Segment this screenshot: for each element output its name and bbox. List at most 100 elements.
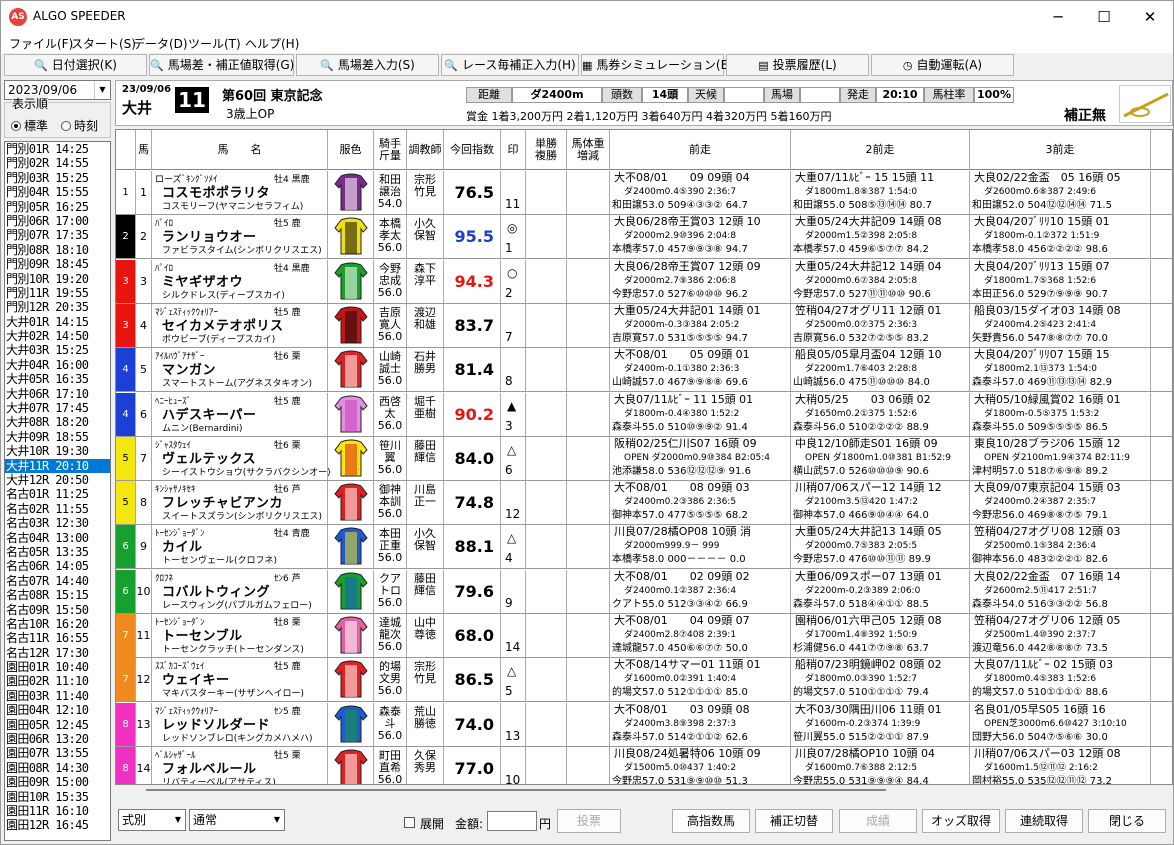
track-bias-input-button[interactable]: 🔍 馬場差入力(S) [296,54,439,76]
mark-cell[interactable]: 7 [501,303,526,347]
horse-info[interactable]: ﾍﾞﾙｼｬｻﾞｰﾙ 牡5 栗 フォルベルール リバティーベル(アサティス) [152,746,328,784]
race-list-item[interactable]: 名古01R 11:25 [5,487,110,501]
race-list-item[interactable]: 名古02R 11:55 [5,502,110,516]
race-list-item[interactable]: 園田04R 12:10 [5,703,110,717]
radio-standard[interactable]: 標準 [11,117,48,134]
radio-time[interactable]: 時刻 [61,117,98,134]
mark-cell[interactable]: 13 [501,702,526,746]
race-list-item[interactable]: 園田09R 15:00 [5,775,110,789]
mark-cell[interactable]: 10 [501,746,526,784]
mark-cell[interactable]: ○ 2 [501,259,526,303]
horse-info[interactable]: ﾏｼﾞｪｽﾃｨｯｸｳｫﾘｱｰ ｾﾝ5 鹿 レッドソルダード レッドソンブレロ(キ… [152,702,328,746]
vote-history-button[interactable]: ▤ 投票履歴(L) [726,54,869,76]
race-list-item[interactable]: 園田10R 15:35 [5,790,110,804]
mode-select[interactable]: 通常 ▼ [189,809,285,831]
horizontal-scrollbar[interactable] [116,785,1173,795]
table-row[interactable]: 6 9 ﾄｰｾﾝｼﾞｮｰﾀﾞﾝ 牡4 青鹿 カイル トーセンヴェール(クロフネ)… [116,525,1172,570]
menu-file[interactable]: ファイル(F) [9,35,73,52]
table-row[interactable]: 3 3 ﾊﾟｲﾛ 牡4 黒鹿 ミヤギザオウ シルクドレス(ディープスカイ) 今野… [116,259,1172,304]
race-list-item[interactable]: 名古11R 16:55 [5,631,110,645]
race-list-item[interactable]: 大井09R 18:55 [5,430,110,444]
horse-info[interactable]: ﾏｼﾞｪｽﾃｨｯｸｳｫﾘｱｰ 牡5 鹿 セイカメテオポリス ボウビーブ(ディープ… [152,303,328,347]
mark-cell[interactable]: △ 6 [501,436,526,480]
race-list-item[interactable]: 門別06R 17:00 [5,214,110,228]
race-list-item[interactable]: 園田12R 16:45 [5,818,110,832]
mark-cell[interactable]: 14 [501,614,526,657]
table-row[interactable]: 3 4 ﾏｼﾞｪｽﾃｨｯｸｳｫﾘｱｰ 牡5 鹿 セイカメテオポリス ボウビーブ(… [116,303,1172,348]
scroll-thumb[interactable] [146,789,886,791]
table-row[interactable]: 4 6 ﾍﾆｰﾋｭｰｽﾞ 牡5 鹿 ハデスキーパー ムニン(Bernardini… [116,392,1172,437]
race-list-item[interactable]: 園田08R 14:30 [5,761,110,775]
horse-info[interactable]: ｷﾝｼｬｻﾉｷｾｷ 牡6 芦 フレッチャビアンカ スイートスズラン(シンボリクリ… [152,481,328,525]
menu-start[interactable]: スタート(S) [71,35,136,52]
horse-info[interactable]: ﾊﾟｲﾛ 牡4 黒鹿 ミヤギザオウ シルクドレス(ディープスカイ) [152,259,328,303]
race-list-item[interactable]: 大井07R 17:45 [5,401,110,415]
menu-data[interactable]: データ(D) [133,35,188,52]
race-list-item[interactable]: 大井03R 15:25 [5,343,110,357]
horse-info[interactable]: ﾍﾆｰﾋｭｰｽﾞ 牡5 鹿 ハデスキーパー ムニン(Bernardini) [152,392,328,436]
race-list-item[interactable]: 園田01R 10:40 [5,660,110,674]
horse-info[interactable]: ﾄｰｾﾝｼﾞｮｰﾀﾞﾝ 牡8 栗 トーセンブル トーセンクラッチ(トーセンダンス… [152,614,328,657]
race-list-item[interactable]: 名古08R 15:15 [5,588,110,602]
horse-info[interactable]: ﾄｰｾﾝｼﾞｮｰﾀﾞﾝ 牡4 青鹿 カイル トーセンヴェール(クロフネ) [152,525,328,569]
race-list-item[interactable]: 園田03R 11:40 [5,689,110,703]
race-list-item[interactable]: 門別03R 15:25 [5,171,110,185]
mark-cell[interactable]: 9 [501,569,526,613]
race-list-item[interactable]: 門別12R 20:35 [5,300,110,314]
race-list-item[interactable]: 門別11R 19:55 [5,286,110,300]
table-row[interactable]: 5 7 ｼﾞｬｽﾀｳｪｲ 牡6 栗 ヴェルテックス シーイストウショウ(サクラバ… [116,436,1172,481]
race-list-item[interactable]: 門別01R 14:25 [5,142,110,156]
race-list-item[interactable]: 名古12R 17:30 [5,646,110,660]
minimize-button[interactable]: ─ [1035,1,1081,33]
race-list-item[interactable]: 名古03R 12:30 [5,516,110,530]
continuous-get-button[interactable]: 連続取得 [1005,809,1083,833]
race-list-item[interactable]: 門別02R 14:55 [5,156,110,170]
horse-info[interactable]: ｽｽﾞｶｺｰｽﾞｳｪｲ 牡5 鹿 ウェイキー マキバスターキー(サザンヘイロー) [152,658,328,702]
race-list-item[interactable]: 園田06R 13:20 [5,732,110,746]
high-index-button[interactable]: 高指数馬 [672,809,750,833]
close-button[interactable]: 閉じる [1088,809,1166,833]
race-list-item[interactable]: 大井06R 17:10 [5,387,110,401]
mark-cell[interactable]: ◎ 1 [501,215,526,259]
race-list-item[interactable]: 園田11R 16:10 [5,804,110,818]
mark-cell[interactable]: △ 4 [501,525,526,569]
table-row[interactable]: 5 8 ｷﾝｼｬｻﾉｷｾｷ 牡6 芦 フレッチャビアンカ スイートスズラン(シン… [116,481,1172,526]
race-list-item[interactable]: 大井05R 16:35 [5,372,110,386]
race-list-item[interactable]: 門別07R 17:35 [5,228,110,242]
get-track-bias-button[interactable]: 🔍 馬場差・補正値取得(G) [149,54,294,76]
race-list-item[interactable]: 大井11R 20:10 [5,458,110,473]
table-row[interactable]: 2 2 ﾊﾟｲﾛ 牡5 鹿 ランリョウオー ファビラスタイム(シンボリクリスエス… [116,215,1172,260]
race-list-item[interactable]: 園田07R 13:55 [5,746,110,760]
table-row[interactable]: 4 5 ｱｲﾙﾊｳﾞｱﾅｻﾞｰ 牡6 栗 マンガン スマートストーム(アグネスタ… [116,348,1172,393]
race-list-item[interactable]: 門別04R 15:55 [5,185,110,199]
race-correction-button[interactable]: 🔍 レース毎補正入力(H) [441,54,579,76]
race-list-item[interactable]: 大井12R 20:50 [5,473,110,487]
results-button[interactable]: 成績 [839,809,917,833]
race-list-item[interactable]: 園田02R 11:10 [5,674,110,688]
table-row[interactable]: 7 11 ﾄｰｾﾝｼﾞｮｰﾀﾞﾝ 牡8 栗 トーセンブル トーセンクラッチ(トー… [116,614,1172,658]
mark-cell[interactable]: ▲ 3 [501,392,526,436]
race-list-item[interactable]: 門別10R 19:20 [5,272,110,286]
amount-input[interactable] [487,811,537,831]
race-list-item[interactable]: 名古10R 16:20 [5,617,110,631]
race-list-item[interactable]: 大井01R 14:15 [5,315,110,329]
mark-cell[interactable]: 11 [501,171,526,214]
menu-help[interactable]: ヘルプ(H) [245,35,299,52]
bet-type-select[interactable]: 式別 ▼ [118,809,186,831]
maximize-button[interactable]: ☐ [1081,1,1127,33]
horse-info[interactable]: ｼﾞｬｽﾀｳｪｲ 牡6 栗 ヴェルテックス シーイストウショウ(サクラバクシンオ… [152,436,331,480]
table-row[interactable]: 6 10 ｸﾛﾌﾈ ｾﾝ6 芦 コバルトウィング レースウィング(パブルガムフェ… [116,569,1172,614]
race-list-item[interactable]: 大井08R 18:20 [5,415,110,429]
race-list-item[interactable]: 名古07R 14:40 [5,574,110,588]
race-list-item[interactable]: 大井04R 16:00 [5,358,110,372]
table-row[interactable]: 8 14 ﾍﾞﾙｼｬｻﾞｰﾙ 牡5 栗 フォルベルール リバティーベル(アサティ… [116,746,1172,784]
race-list-item[interactable]: 門別09R 18:45 [5,257,110,271]
menu-tools[interactable]: ツール(T) [188,35,241,52]
race-list-item[interactable]: 門別05R 16:25 [5,200,110,214]
table-row[interactable]: 1 1 ローズﾞｷﾝｸﾞｿﾒｲ 牡4 黒鹿 コスモポポラリタ コスモリーフ(ヤマ… [116,171,1172,215]
race-list-item[interactable]: 名古06R 14:05 [5,559,110,573]
race-list-item[interactable]: 大井02R 14:50 [5,329,110,343]
mark-cell[interactable]: 12 [501,481,526,525]
table-row[interactable]: 7 12 ｽｽﾞｶｺｰｽﾞｳｪｲ 牡5 鹿 ウェイキー マキバスターキー(サザン… [116,658,1172,703]
horse-info[interactable]: ローズﾞｷﾝｸﾞｿﾒｲ 牡4 黒鹿 コスモポポラリタ コスモリーフ(ヤマニンセラ… [152,171,328,214]
